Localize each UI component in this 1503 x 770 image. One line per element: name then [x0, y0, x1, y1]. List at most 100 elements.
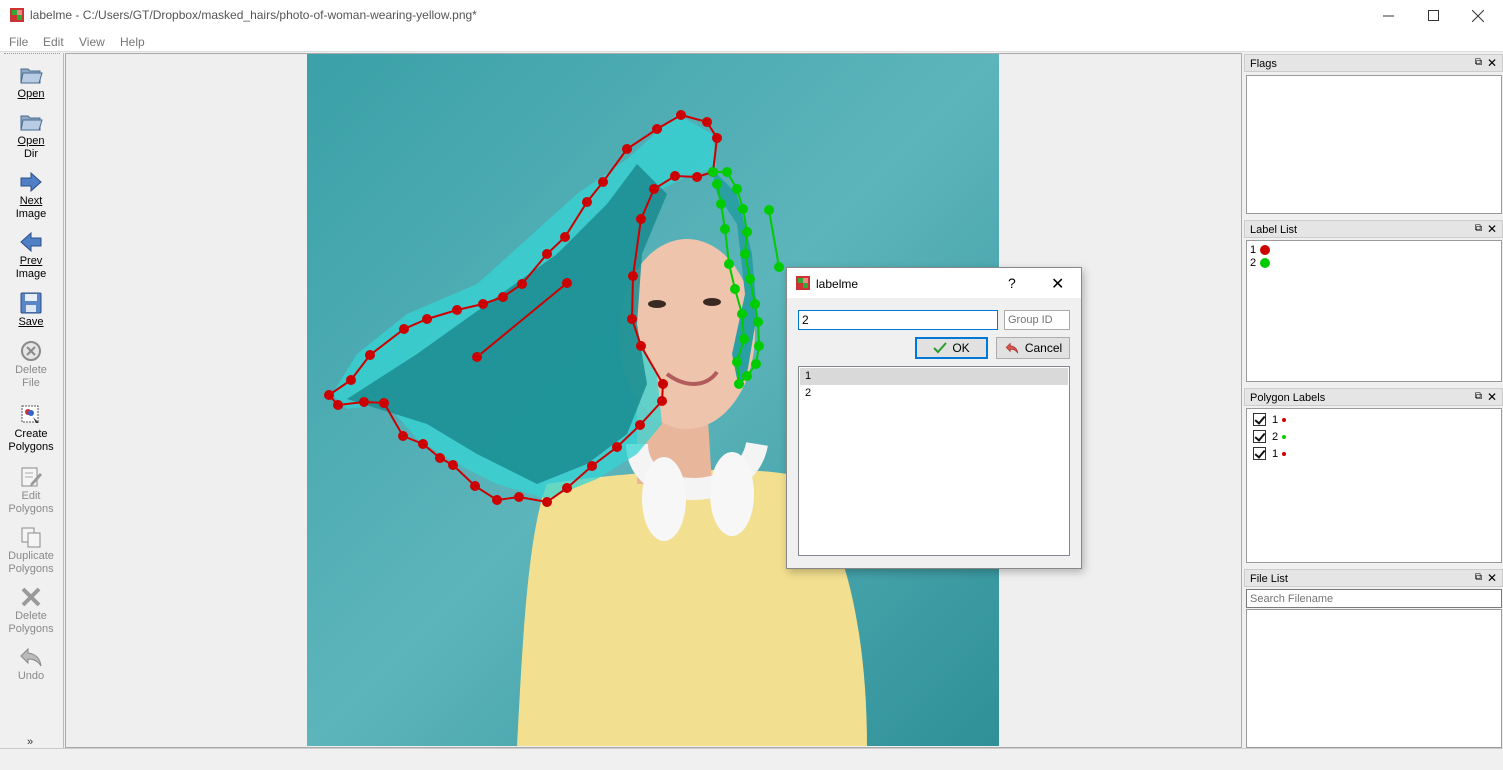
folder-icon: [20, 68, 43, 84]
edit-polygons-label-2: Polygons: [8, 503, 54, 515]
polygon-labels-title: Polygon Labels: [1250, 392, 1326, 404]
maximize-icon[interactable]: [1410, 0, 1456, 31]
dialog-title: labelme: [816, 277, 859, 291]
close-icon[interactable]: ✕: [1487, 56, 1497, 70]
flags-panel: Flags ⧉ ✕: [1244, 54, 1503, 215]
label-list-item-text: 1: [1250, 244, 1257, 256]
labelme-app-icon: [10, 8, 24, 22]
polygon-label-item[interactable]: 2: [1253, 430, 1287, 443]
label-list-item[interactable]: 2: [1250, 257, 1271, 269]
status-bar: [0, 748, 1503, 770]
open-dir-button[interactable]: Open Dir: [0, 110, 62, 161]
cross-icon: [21, 587, 41, 607]
duplicate-polygons-button[interactable]: Duplicate Polygons: [0, 525, 62, 576]
ok-button[interactable]: OK: [915, 337, 988, 359]
delete-file-label-2: File: [22, 377, 40, 389]
delete-polygons-label-2: Polygons: [8, 623, 54, 635]
label-list-panel: Label List ⧉ ✕ 1 2: [1244, 220, 1503, 383]
label-list-item[interactable]: 1: [1250, 244, 1271, 256]
label-list-item-text: 2: [1250, 257, 1257, 269]
open-button[interactable]: Open: [0, 63, 62, 101]
polygon-color-dot: [1282, 417, 1287, 422]
label-dialog: labelme ? ✕ OK Cancel 1 2: [786, 267, 1082, 569]
dialog-label-item[interactable]: 2: [800, 385, 1068, 402]
label-list[interactable]: 1 2: [1246, 240, 1502, 382]
label-list-title: Label List: [1250, 224, 1298, 236]
copy-icon: [21, 527, 41, 548]
polygon-color-dot: [1282, 451, 1287, 456]
help-icon[interactable]: ?: [1008, 275, 1016, 291]
close-icon[interactable]: [1455, 0, 1501, 31]
check-icon: [933, 342, 948, 354]
polygon-color-dot: [1282, 434, 1287, 439]
toolbar-more-icon[interactable]: »: [27, 736, 33, 748]
flags-list[interactable]: [1246, 75, 1502, 214]
menu-file[interactable]: File: [9, 35, 28, 49]
polygon-visible-checkbox[interactable]: [1253, 430, 1266, 443]
menu-help[interactable]: Help: [120, 35, 145, 49]
float-icon[interactable]: ⧉: [1475, 223, 1482, 234]
close-icon[interactable]: ✕: [1487, 222, 1497, 236]
close-icon[interactable]: ✕: [1487, 571, 1497, 585]
polygon-label-text: 1: [1272, 447, 1279, 460]
polygon-label-item[interactable]: 1: [1253, 413, 1287, 426]
prev-image-button[interactable]: Prev Image: [0, 230, 62, 281]
menu-edit[interactable]: Edit: [43, 35, 64, 49]
flags-panel-header: Flags ⧉ ✕: [1244, 54, 1503, 72]
prev-image-label-1: Prev: [19, 255, 43, 267]
polygon-labels-header: Polygon Labels ⧉ ✕: [1244, 388, 1503, 406]
polygon-labels-list[interactable]: 1 2 1: [1246, 408, 1502, 563]
label-list-header: Label List ⧉ ✕: [1244, 220, 1503, 238]
ok-label: OK: [952, 341, 970, 355]
create-polygons-label-1: Create: [14, 428, 48, 440]
save-button[interactable]: Save: [0, 291, 62, 329]
dialog-title-bar: labelme ? ✕: [787, 268, 1081, 298]
file-list[interactable]: [1246, 609, 1502, 748]
cancel-button[interactable]: Cancel: [996, 337, 1070, 359]
create-polygons-label-2: Polygons: [8, 441, 54, 453]
undo-button[interactable]: Undo: [0, 645, 62, 683]
file-list-title: File List: [1250, 573, 1288, 585]
menu-bar: File Edit View Help: [0, 31, 1503, 52]
menu-view[interactable]: View: [79, 35, 105, 49]
close-icon[interactable]: ✕: [1051, 274, 1064, 294]
polygon-labels-panel: Polygon Labels ⧉ ✕ 1 2 1: [1244, 388, 1503, 564]
polygon-label-text: 2: [1272, 430, 1279, 443]
polygon-label-item[interactable]: 1: [1253, 447, 1287, 460]
polygon-visible-checkbox[interactable]: [1253, 447, 1266, 460]
tools-toolbar: Open Open Dir Next Image Prev Image Save: [0, 53, 64, 748]
float-icon[interactable]: ⧉: [1475, 572, 1482, 583]
float-icon[interactable]: ⧉: [1475, 57, 1482, 68]
save-label: Save: [18, 316, 44, 328]
create-polygon-icon: [21, 405, 39, 423]
polygon-visible-checkbox[interactable]: [1253, 413, 1266, 426]
folder-icon: [20, 115, 43, 131]
dialog-label-item[interactable]: 1: [800, 368, 1068, 385]
delete-file-button[interactable]: Delete File: [0, 339, 62, 390]
undo-icon: [1005, 342, 1018, 354]
delete-polygons-label-1: Delete: [15, 610, 47, 622]
open-dir-label-1: Open: [17, 135, 45, 147]
duplicate-polygons-label-1: Duplicate: [8, 550, 54, 562]
edit-polygons-button[interactable]: Edit Polygons: [0, 465, 62, 516]
close-icon[interactable]: ✕: [1487, 390, 1497, 404]
toolbar-grip[interactable]: [4, 53, 60, 56]
next-image-button[interactable]: Next Image: [0, 170, 62, 221]
minimize-icon[interactable]: [1365, 0, 1411, 31]
label-input[interactable]: [798, 310, 998, 330]
edit-icon: [21, 467, 42, 487]
labelme-app-icon: [796, 276, 810, 290]
file-list-panel: File List ⧉ ✕: [1244, 569, 1503, 749]
dialog-label-list[interactable]: 1 2: [798, 366, 1070, 556]
search-filename-input[interactable]: [1246, 589, 1502, 608]
create-polygons-button[interactable]: Create Polygons: [0, 403, 62, 454]
group-id-input[interactable]: [1004, 310, 1070, 330]
next-image-label-1: Next: [19, 195, 43, 207]
arrow-left-icon: [20, 231, 42, 253]
delete-circle-icon: [21, 341, 41, 361]
undo-label: Undo: [17, 670, 45, 682]
next-image-label-2: Image: [15, 208, 47, 220]
floppy-icon: [20, 292, 42, 314]
float-icon[interactable]: ⧉: [1475, 391, 1482, 402]
delete-polygons-button[interactable]: Delete Polygons: [0, 585, 62, 636]
